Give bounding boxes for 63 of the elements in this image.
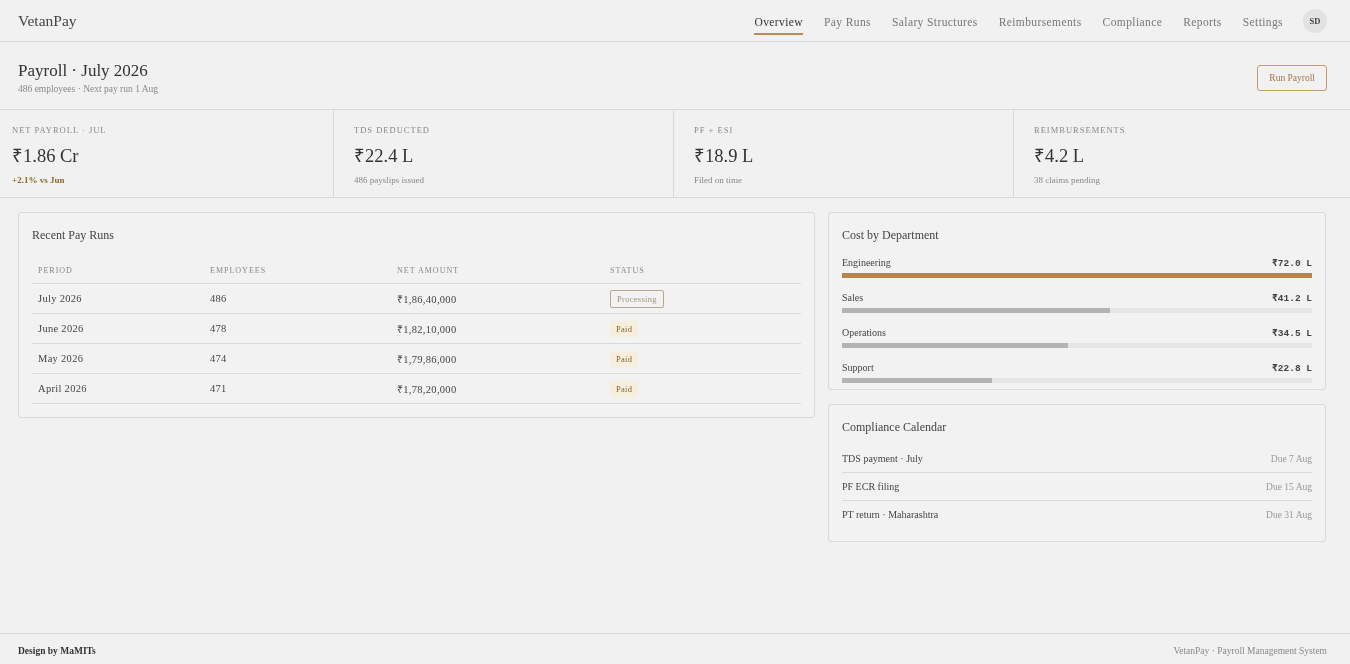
stat-note: 486 payslips issued (354, 175, 425, 185)
nav-tab[interactable]: Overview (754, 12, 803, 35)
table-cell-text: ₹1,79,86,000 (396, 352, 458, 366)
status-badge: Paid (610, 350, 639, 367)
department-amount: ₹34.5 L (1272, 327, 1312, 339)
compliance-task: PF ECR filing (842, 481, 900, 492)
status-badge: Paid (610, 320, 639, 337)
stat-value: ₹18.9 L (694, 145, 755, 168)
stat-note: +2.1% vs Jun (12, 175, 66, 185)
nav-tab[interactable]: Reimbursements (998, 12, 1082, 35)
compliance-task: TDS payment · July (842, 453, 923, 464)
column-header: PERIOD (37, 266, 74, 275)
stat-value: ₹1.86 Cr (12, 145, 80, 168)
status-badge: Processing (610, 289, 664, 308)
department-name: Support (842, 362, 874, 373)
department-name: Engineering (842, 257, 891, 268)
table-cell-text: ₹1,82,10,000 (396, 322, 458, 336)
footer-text: VetanPay · Payroll Management System (1173, 645, 1327, 656)
stat-value: ₹22.4 L (354, 145, 415, 168)
stat-note: 38 claims pending (1034, 175, 1101, 185)
card-title: Recent Pay Runs (32, 227, 115, 243)
nav-tab[interactable]: Settings (1242, 12, 1283, 35)
table-cell-text: June 2026 (37, 323, 85, 334)
stat-label: PF + ESI (694, 125, 735, 136)
table-cell-text: 474 (209, 353, 228, 364)
department-name: Sales (842, 292, 864, 303)
page-subtitle: 486 employees · Next pay run 1 Aug (18, 84, 159, 94)
status-badge: Paid (610, 380, 639, 397)
table-cell-text: 471 (209, 383, 228, 394)
card-title: Cost by Department (842, 227, 940, 243)
table-cell-text: 486 (209, 293, 228, 304)
due-date: Due 7 Aug (1270, 453, 1312, 464)
page-title: Payroll · July 2026 (18, 61, 149, 81)
due-date: Due 31 Aug (1266, 509, 1312, 520)
department-name: Operations (842, 327, 886, 338)
nav-tab[interactable]: Pay Runs (824, 12, 871, 35)
card-title: Compliance Calendar (842, 419, 948, 435)
user-avatar[interactable]: SD (1303, 8, 1327, 33)
table-cell-text: ₹1,86,40,000 (396, 292, 458, 306)
stat-label: TDS DEDUCTED (354, 125, 431, 136)
stat-label: REIMBURSEMENTS (1034, 125, 1127, 136)
footer-credit: Design by MaMITs (18, 645, 96, 656)
app-logo[interactable]: VetanPay (18, 11, 77, 30)
due-date: Due 15 Aug (1266, 481, 1312, 492)
nav-tab[interactable]: Compliance (1102, 12, 1163, 35)
stat-label: NET PAYROLL · JUL (12, 125, 108, 136)
run-payroll-button[interactable]: Run Payroll (1257, 64, 1327, 91)
department-amount: ₹41.2 L (1272, 292, 1312, 304)
stat-value: ₹4.2 L (1034, 145, 1086, 168)
department-amount: ₹22.8 L (1272, 362, 1312, 374)
column-header: EMPLOYEES (209, 266, 268, 275)
compliance-task: PT return · Maharashtra (842, 509, 939, 520)
table-cell-text: ₹1,78,20,000 (396, 382, 458, 396)
nav-tab[interactable]: Salary Structures (892, 12, 978, 35)
table-cell-text: 478 (209, 323, 228, 334)
table-cell-text: April 2026 (37, 383, 88, 394)
table-cell-text: July 2026 (37, 293, 83, 304)
nav-tab[interactable]: Reports (1183, 12, 1222, 35)
department-amount: ₹72.0 L (1272, 257, 1312, 269)
column-header: STATUS (609, 266, 646, 275)
column-header: NET AMOUNT (396, 266, 461, 275)
stat-note: Filed on time (694, 175, 743, 185)
table-cell-text: May 2026 (37, 353, 85, 364)
